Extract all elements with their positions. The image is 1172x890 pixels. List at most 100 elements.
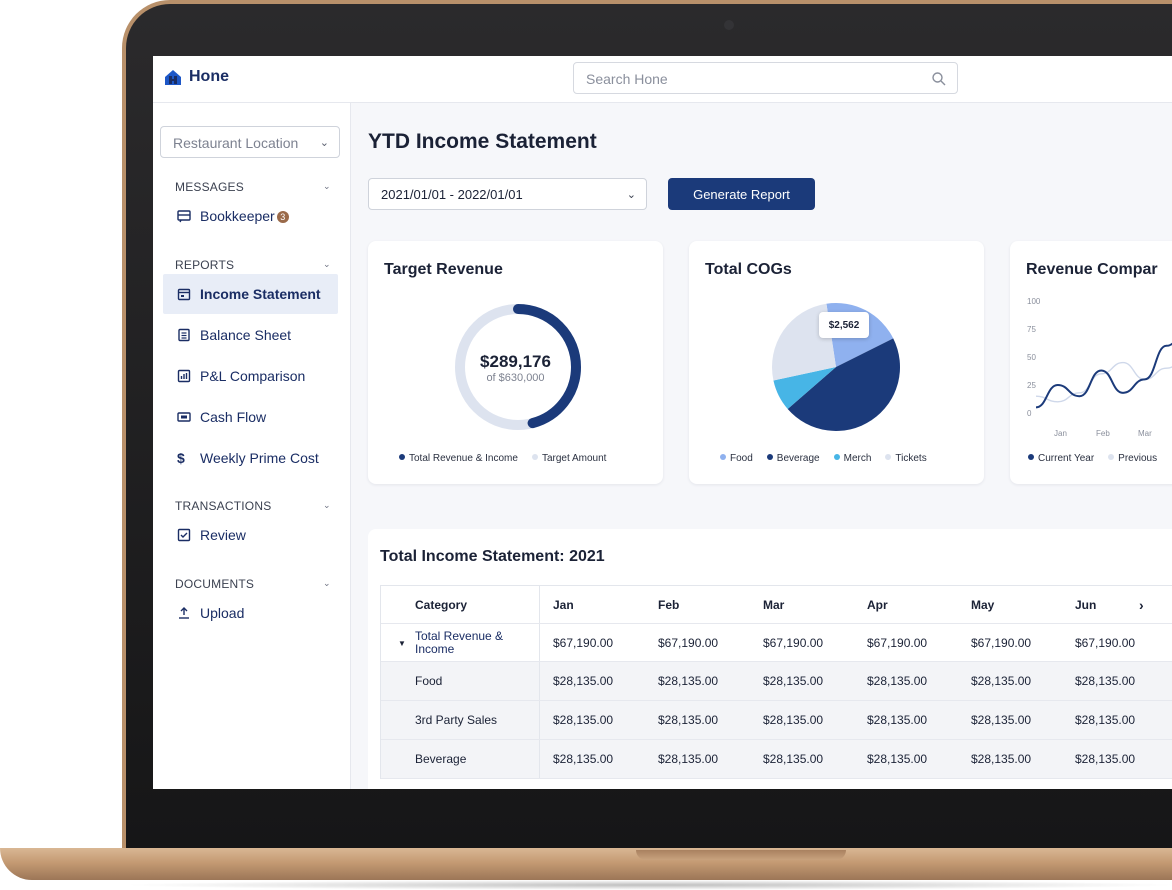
chevron-down-icon[interactable]: ⌄ bbox=[323, 181, 331, 192]
notification-badge: 3 bbox=[276, 211, 289, 223]
table-cell: $28,135.00 bbox=[971, 713, 1032, 727]
sidebar-item-weekly-prime-cost[interactable]: $ Weekly Prime Cost bbox=[163, 438, 338, 478]
income-statement-table: Category Jan Feb Mar Apr May Jun › ▼ Tot… bbox=[380, 585, 1172, 779]
section-transactions[interactable]: TRANSACTIONS bbox=[175, 499, 271, 513]
table-cell: $28,135.00 bbox=[553, 713, 614, 727]
sidebar-item-label: Income Statement bbox=[200, 286, 321, 302]
sidebar-item-label: Balance Sheet bbox=[200, 327, 292, 343]
row-category: 3rd Party Sales bbox=[415, 713, 498, 727]
column-header[interactable]: Feb bbox=[658, 586, 679, 623]
legend-item: Previous bbox=[1108, 453, 1157, 464]
column-header[interactable]: Apr bbox=[867, 586, 888, 623]
sidebar-item-label: P&L Comparison bbox=[200, 368, 306, 384]
location-select-label: Restaurant Location bbox=[173, 135, 299, 151]
sidebar-item-income-statement[interactable]: Income Statement bbox=[163, 274, 338, 314]
table-cell: $28,135.00 bbox=[1075, 674, 1136, 688]
sidebar: Restaurant Location ⌄ MESSAGES ⌄ Bookkee… bbox=[153, 103, 351, 789]
revenue-comparison-card: Revenue Compar 100 75 50 25 0 Jan Feb Mar Curre… bbox=[1010, 241, 1172, 484]
column-divider bbox=[539, 586, 540, 623]
legend-item: Beverage bbox=[766, 453, 820, 464]
generate-report-button[interactable]: Generate Report bbox=[668, 178, 815, 210]
sidebar-item-review[interactable]: Review bbox=[163, 515, 338, 555]
search-icon[interactable] bbox=[931, 71, 947, 87]
laptop-shadow bbox=[120, 880, 1172, 890]
date-range-select[interactable]: 2021/01/01 - 2022/01/01 ⌄ bbox=[368, 178, 647, 210]
table-cell: $28,135.00 bbox=[1075, 752, 1136, 766]
total-cogs-pie bbox=[772, 303, 900, 431]
line-legend: Current Year Previous bbox=[1028, 453, 1157, 464]
table-cell: $28,135.00 bbox=[658, 752, 719, 766]
column-header[interactable]: May bbox=[971, 586, 994, 623]
page-title: YTD Income Statement bbox=[368, 130, 597, 153]
column-divider bbox=[539, 624, 540, 661]
cash-icon bbox=[177, 412, 191, 422]
review-icon bbox=[177, 528, 191, 542]
y-tick-label: 100 bbox=[1027, 297, 1041, 306]
chevron-down-icon[interactable]: ⌄ bbox=[323, 500, 331, 511]
table-cell: $28,135.00 bbox=[1075, 713, 1136, 727]
column-divider bbox=[539, 740, 540, 778]
table-cell: $28,135.00 bbox=[553, 674, 614, 688]
section-reports[interactable]: REPORTS bbox=[175, 258, 234, 272]
table-row: Beverage $28,135.00 $28,135.00 $28,135.0… bbox=[381, 740, 1172, 779]
chevron-down-icon[interactable]: ⌄ bbox=[323, 578, 331, 589]
table-row: Food $28,135.00 $28,135.00 $28,135.00 $2… bbox=[381, 662, 1172, 701]
total-cogs-card: Total COGs $2,562 Food Beverage Merch Ti… bbox=[689, 241, 984, 484]
column-header[interactable]: Mar bbox=[763, 586, 784, 623]
table-cell: $28,135.00 bbox=[867, 713, 928, 727]
table-row: ▼ Total Revenue & Income $67,190.00 $67,… bbox=[381, 624, 1172, 662]
sidebar-item-label: Bookkeeper bbox=[200, 208, 275, 224]
table-row: 3rd Party Sales $28,135.00 $28,135.00 $2… bbox=[381, 701, 1172, 740]
sidebar-item-cash-flow[interactable]: Cash Flow bbox=[163, 397, 338, 437]
table-cell: $67,190.00 bbox=[971, 635, 1032, 650]
table-cell: $28,135.00 bbox=[553, 752, 614, 766]
sidebar-item-bookkeeper[interactable]: Bookkeeper 3 bbox=[163, 196, 338, 236]
search-input[interactable]: Search Hone bbox=[573, 62, 958, 94]
table-cell: $28,135.00 bbox=[763, 674, 824, 688]
legend-item: Current Year bbox=[1028, 453, 1094, 464]
target-revenue-value: $289,176 bbox=[480, 352, 551, 371]
y-tick-label: 75 bbox=[1027, 325, 1036, 334]
chevron-down-icon: ⌄ bbox=[319, 137, 329, 149]
y-tick-label: 50 bbox=[1027, 353, 1036, 362]
row-category-link[interactable]: Total Revenue & Income bbox=[415, 624, 525, 661]
caret-down-icon[interactable]: ▼ bbox=[398, 639, 406, 648]
logo[interactable]: Hone bbox=[163, 67, 229, 87]
legend-item: Food bbox=[720, 453, 753, 464]
legend-item: Merch bbox=[833, 453, 871, 464]
sidebar-item-pl-comparison[interactable]: P&L Comparison bbox=[163, 356, 338, 396]
dollar-icon: $ bbox=[177, 450, 185, 466]
column-header[interactable]: Category bbox=[415, 586, 525, 623]
pie-legend: Food Beverage Merch Tickets bbox=[720, 453, 927, 464]
table-cell: $28,135.00 bbox=[971, 674, 1032, 688]
x-tick-label: Mar bbox=[1138, 429, 1152, 438]
revenue-comparison-line-chart: 100 75 50 25 0 Jan Feb Mar bbox=[1027, 297, 1172, 438]
search-placeholder: Search Hone bbox=[586, 71, 668, 87]
target-revenue-subtitle: of $630,000 bbox=[486, 372, 545, 384]
section-messages[interactable]: MESSAGES bbox=[175, 180, 244, 194]
table-cell: $28,135.00 bbox=[867, 752, 928, 766]
chevron-right-icon[interactable]: › bbox=[1139, 586, 1144, 623]
message-icon bbox=[177, 210, 191, 223]
column-header[interactable]: Jan bbox=[553, 586, 574, 623]
app-name: Hone bbox=[189, 68, 229, 85]
hone-logo-icon bbox=[165, 70, 181, 85]
table-cell: $67,190.00 bbox=[763, 635, 824, 650]
chevron-down-icon[interactable]: ⌄ bbox=[323, 259, 331, 270]
table-cell: $67,190.00 bbox=[1075, 635, 1136, 650]
sidebar-item-balance-sheet[interactable]: Balance Sheet bbox=[163, 315, 338, 355]
legend-item: Tickets bbox=[885, 453, 927, 464]
legend-item: Total Revenue & Income bbox=[399, 453, 518, 464]
column-header[interactable]: Jun bbox=[1075, 586, 1096, 623]
legend-item: Target Amount bbox=[531, 453, 606, 464]
row-category: Food bbox=[415, 674, 443, 688]
sidebar-item-label: Review bbox=[200, 527, 246, 543]
camera bbox=[724, 20, 734, 30]
x-tick-label: Jan bbox=[1054, 429, 1067, 438]
sidebar-item-upload[interactable]: Upload bbox=[163, 593, 338, 633]
column-divider bbox=[539, 701, 540, 739]
date-range-value: 2021/01/01 - 2022/01/01 bbox=[381, 187, 523, 202]
section-documents[interactable]: DOCUMENTS bbox=[175, 577, 254, 591]
column-divider bbox=[539, 662, 540, 700]
location-select[interactable]: Restaurant Location ⌄ bbox=[160, 126, 340, 158]
